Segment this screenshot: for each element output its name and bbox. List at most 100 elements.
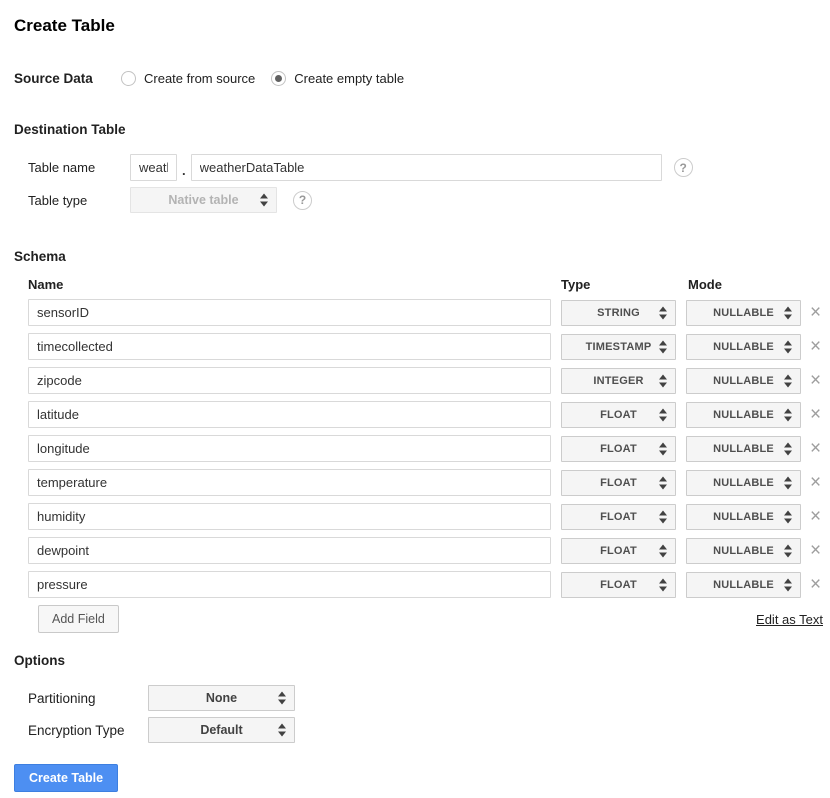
dataset-name-input[interactable] xyxy=(130,154,177,181)
updown-arrows-icon xyxy=(659,374,667,387)
field-name-input[interactable] xyxy=(28,537,551,564)
schema-field-row: FLOAT NULLABLE × xyxy=(28,571,823,598)
remove-field-icon[interactable]: × xyxy=(810,507,821,526)
updown-arrows-icon xyxy=(659,578,667,591)
field-mode-select[interactable]: NULLABLE xyxy=(686,470,801,496)
create-table-button[interactable]: Create Table xyxy=(14,764,118,792)
radio-label: Create from source xyxy=(144,71,255,86)
partitioning-value: None xyxy=(206,691,237,705)
schema-column-headers: Name Type Mode xyxy=(28,277,823,292)
field-type-value: TIMESTAMP xyxy=(586,341,652,353)
field-type-select[interactable]: STRING xyxy=(561,300,676,326)
updown-arrows-icon xyxy=(659,510,667,523)
field-mode-value: NULLABLE xyxy=(713,477,774,489)
radio-create-empty-table[interactable]: Create empty table xyxy=(271,71,404,86)
field-mode-value: NULLABLE xyxy=(713,375,774,387)
updown-arrows-icon xyxy=(784,408,792,421)
remove-field-icon[interactable]: × xyxy=(810,303,821,322)
remove-field-icon[interactable]: × xyxy=(810,575,821,594)
field-mode-value: NULLABLE xyxy=(713,341,774,353)
table-type-row: Table type Native table ? xyxy=(28,187,823,213)
field-name-input[interactable] xyxy=(28,401,551,428)
page-title: Create Table xyxy=(14,16,823,36)
remove-field-icon[interactable]: × xyxy=(810,439,821,458)
encryption-type-value: Default xyxy=(200,723,242,737)
schema-field-row: FLOAT NULLABLE × xyxy=(28,503,823,530)
field-mode-value: NULLABLE xyxy=(713,545,774,557)
remove-field-icon[interactable]: × xyxy=(810,541,821,560)
field-mode-value: NULLABLE xyxy=(713,307,774,319)
table-name-input[interactable] xyxy=(191,154,662,181)
radio-unselected-icon[interactable] xyxy=(121,71,136,86)
field-type-select[interactable]: FLOAT xyxy=(561,402,676,428)
schema-field-row: FLOAT NULLABLE × xyxy=(28,401,823,428)
table-name-label: Table name xyxy=(28,160,130,175)
updown-arrows-icon xyxy=(659,544,667,557)
add-field-button[interactable]: Add Field xyxy=(38,605,119,633)
field-name-input[interactable] xyxy=(28,299,551,326)
field-name-input[interactable] xyxy=(28,503,551,530)
field-type-value: STRING xyxy=(597,307,640,319)
field-type-select[interactable]: FLOAT xyxy=(561,572,676,598)
field-mode-select[interactable]: NULLABLE xyxy=(686,504,801,530)
updown-arrows-icon xyxy=(784,544,792,557)
field-name-input[interactable] xyxy=(28,333,551,360)
field-type-select[interactable]: FLOAT xyxy=(561,504,676,530)
remove-field-icon[interactable]: × xyxy=(810,405,821,424)
field-type-value: FLOAT xyxy=(600,511,637,523)
field-name-input[interactable] xyxy=(28,469,551,496)
field-type-select[interactable]: FLOAT xyxy=(561,470,676,496)
edit-as-text-link[interactable]: Edit as Text xyxy=(756,612,823,627)
schema-header-name: Name xyxy=(28,277,561,292)
field-type-value: INTEGER xyxy=(593,375,643,387)
updown-arrows-icon xyxy=(784,340,792,353)
field-name-input[interactable] xyxy=(28,367,551,394)
field-name-input[interactable] xyxy=(28,571,551,598)
field-mode-select[interactable]: NULLABLE xyxy=(686,436,801,462)
help-icon[interactable]: ? xyxy=(293,191,312,210)
table-type-label: Table type xyxy=(28,193,130,208)
field-mode-select[interactable]: NULLABLE xyxy=(686,572,801,598)
field-mode-select[interactable]: NULLABLE xyxy=(686,368,801,394)
field-mode-select[interactable]: NULLABLE xyxy=(686,402,801,428)
field-mode-select[interactable]: NULLABLE xyxy=(686,334,801,360)
radio-create-from-source[interactable]: Create from source xyxy=(121,71,255,86)
encryption-type-label: Encryption Type xyxy=(28,723,148,738)
updown-arrows-icon xyxy=(784,476,792,489)
field-type-value: FLOAT xyxy=(600,443,637,455)
remove-field-icon[interactable]: × xyxy=(810,473,821,492)
field-type-select[interactable]: TIMESTAMP xyxy=(561,334,676,360)
partitioning-select[interactable]: None xyxy=(148,685,295,711)
updown-arrows-icon xyxy=(784,374,792,387)
field-mode-select[interactable]: NULLABLE xyxy=(686,538,801,564)
table-type-value: Native table xyxy=(168,193,238,207)
table-type-select[interactable]: Native table xyxy=(130,187,277,213)
partitioning-label: Partitioning xyxy=(28,691,148,706)
field-type-select[interactable]: FLOAT xyxy=(561,538,676,564)
schema-field-row: FLOAT NULLABLE × xyxy=(28,469,823,496)
updown-arrows-icon xyxy=(278,692,286,705)
remove-field-icon[interactable]: × xyxy=(810,371,821,390)
field-mode-select[interactable]: NULLABLE xyxy=(686,300,801,326)
field-mode-value: NULLABLE xyxy=(713,579,774,591)
field-type-value: FLOAT xyxy=(600,477,637,489)
updown-arrows-icon xyxy=(659,408,667,421)
encryption-type-select[interactable]: Default xyxy=(148,717,295,743)
field-type-value: FLOAT xyxy=(600,545,637,557)
partitioning-row: Partitioning None xyxy=(28,685,823,711)
updown-arrows-icon xyxy=(784,306,792,319)
remove-field-icon[interactable]: × xyxy=(810,337,821,356)
field-type-select[interactable]: FLOAT xyxy=(561,436,676,462)
field-mode-value: NULLABLE xyxy=(713,511,774,523)
schema-field-row: TIMESTAMP NULLABLE × xyxy=(28,333,823,360)
field-type-select[interactable]: INTEGER xyxy=(561,368,676,394)
source-data-row: Source Data Create from source Create em… xyxy=(14,70,823,86)
radio-selected-icon[interactable] xyxy=(271,71,286,86)
field-type-value: FLOAT xyxy=(600,409,637,421)
create-table-page: Create Table Source Data Create from sou… xyxy=(0,0,830,792)
updown-arrows-icon xyxy=(784,578,792,591)
help-icon[interactable]: ? xyxy=(674,158,693,177)
schema-field-row: STRING NULLABLE × xyxy=(28,299,823,326)
updown-arrows-icon xyxy=(784,442,792,455)
field-name-input[interactable] xyxy=(28,435,551,462)
